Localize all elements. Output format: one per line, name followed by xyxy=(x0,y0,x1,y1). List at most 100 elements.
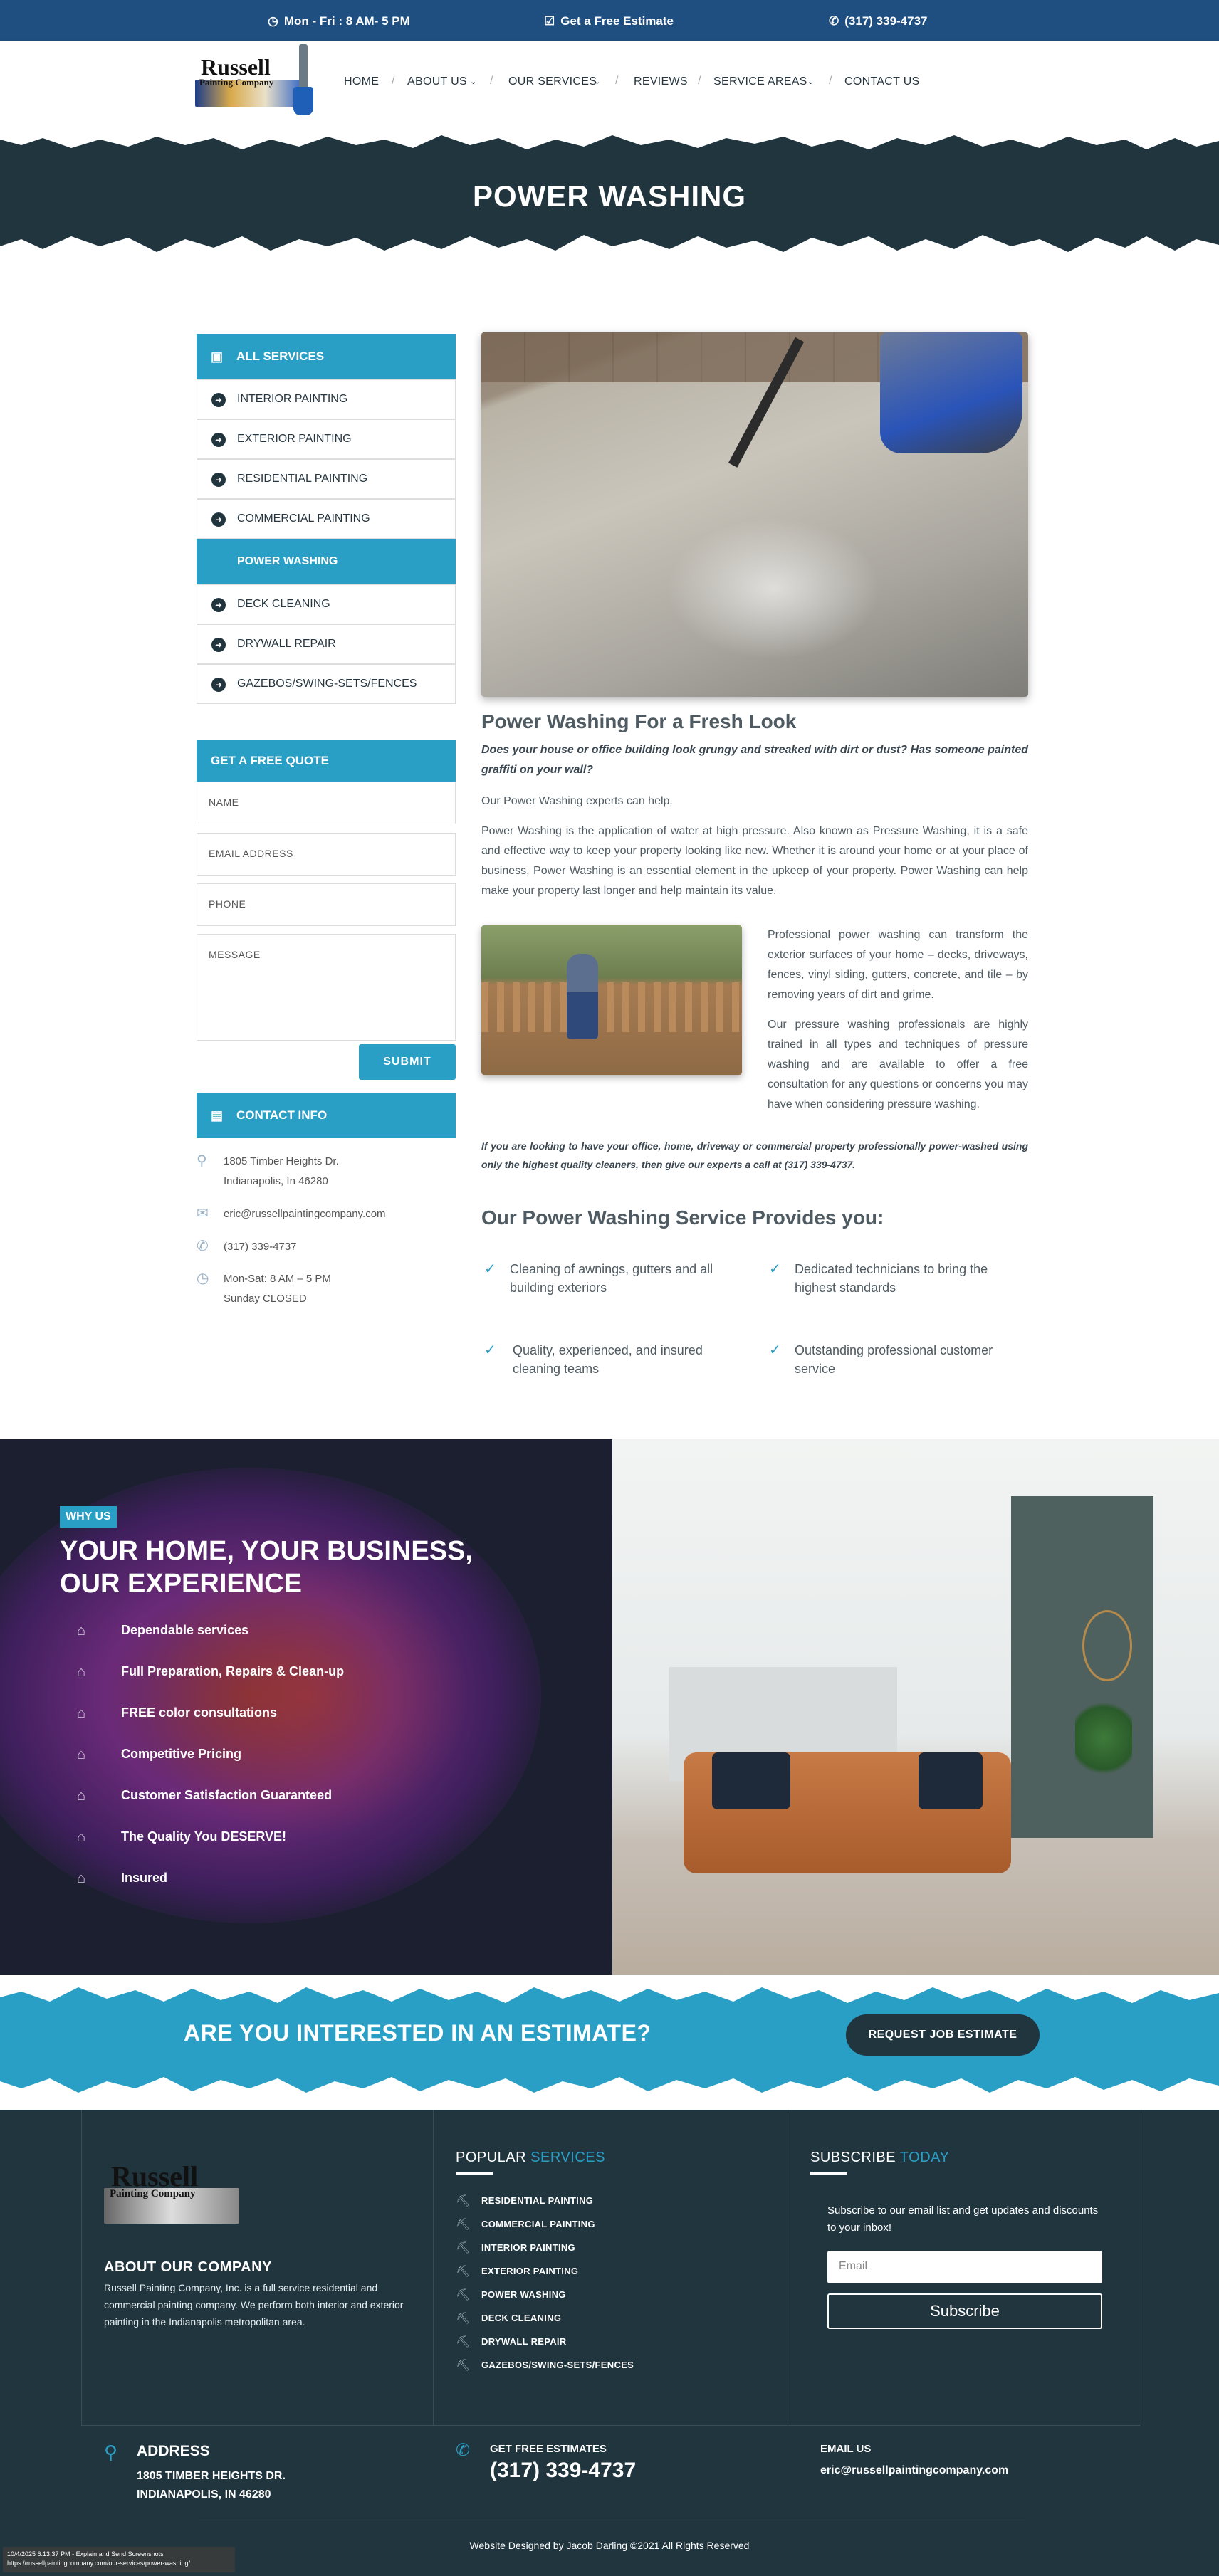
contact-info-header: ▤ CONTACT INFO xyxy=(197,1093,456,1138)
checkmark-icon: ✓ xyxy=(769,1342,781,1358)
why-item: Insured xyxy=(121,1871,168,1885)
arrow-right-icon: ➜ xyxy=(211,473,226,487)
top-bar: ◷ Mon - Fri : 8 AM- 5 PM ☑ Get a Free Esti… xyxy=(0,0,1219,41)
pillow xyxy=(712,1752,790,1809)
benefit-text: Quality, experienced, and insured cleani… xyxy=(513,1343,703,1376)
footer-link[interactable]: POWER WASHING xyxy=(481,2289,566,2300)
free-estimate-link[interactable]: ☑ Get a Free Estimate xyxy=(544,14,674,28)
nav-services[interactable]: OUR SERVICES xyxy=(508,75,597,88)
accent-wall xyxy=(1011,1496,1153,1838)
footer-link[interactable]: COMMERCIAL PAINTING xyxy=(481,2219,595,2229)
phone-icon: ✆ xyxy=(456,2441,471,2460)
footer-link[interactable]: DRYWALL REPAIR xyxy=(481,2336,567,2347)
page: ◷ Mon - Fri : 8 AM- 5 PM ☑ Get a Free Esti… xyxy=(0,0,1219,2576)
pillow xyxy=(919,1752,983,1809)
chevron-down-icon: ⌄ xyxy=(470,78,477,86)
status-line-2: https://russellpaintingcompany.com/our-s… xyxy=(7,2560,190,2567)
subscribe-title-a: SUBSCRIBE xyxy=(810,2150,896,2165)
name-field[interactable]: NAME xyxy=(197,782,456,824)
arrow-right-icon: ➜ xyxy=(211,433,226,447)
phone-field[interactable]: PHONE xyxy=(197,883,456,926)
deck-washing-photo xyxy=(481,925,742,1075)
checkmark-icon: ✓ xyxy=(484,1261,496,1277)
contact-email[interactable]: eric@russellpaintingcompany.com xyxy=(224,1204,386,1224)
message-placeholder: MESSAGE xyxy=(209,949,261,960)
sidebar-item-commercial-painting[interactable]: ➜ COMMERCIAL PAINTING xyxy=(197,499,456,539)
address-line-1: 1805 Timber Heights Dr. xyxy=(224,1155,339,1167)
sidebar-item-interior-painting[interactable]: ➜ INTERIOR PAINTING xyxy=(197,379,456,419)
footer-link[interactable]: INTERIOR PAINTING xyxy=(481,2242,575,2253)
logo[interactable]: Russell Painting Company xyxy=(194,44,319,122)
about-title: ABOUT OUR COMPANY xyxy=(104,2259,272,2275)
email-field[interactable]: EMAIL ADDRESS xyxy=(197,833,456,876)
round-mirror xyxy=(1082,1610,1132,1681)
main-navbar: Russell Painting Company HOME / ABOUT US… xyxy=(0,41,1219,125)
footer-logo[interactable]: Russell Painting Company xyxy=(104,2145,246,2235)
clock-icon: ◷ xyxy=(197,1271,209,1286)
chevron-down-icon: ⌄ xyxy=(594,78,601,86)
hours-line-2: Sunday CLOSED xyxy=(224,1293,307,1305)
checkbox-icon: ☑ xyxy=(544,14,555,28)
content-paragraph-4: Our pressure washing professionals are h… xyxy=(768,1019,1028,1110)
nav-reviews[interactable]: REVIEWS xyxy=(634,75,688,88)
subscribe-button[interactable]: Subscribe xyxy=(827,2293,1102,2329)
benefit-item: ✓ Dedicated technicians to bring the high… xyxy=(769,1260,1025,1297)
page-title: POWER WASHING xyxy=(472,179,746,213)
subscribe-title-b: TODAY xyxy=(899,2150,950,2165)
sidebar-item-residential-painting[interactable]: ➜ RESIDENTIAL PAINTING xyxy=(197,459,456,499)
card-icon: ▤ xyxy=(211,1108,224,1123)
nav-contact[interactable]: CONTACT US xyxy=(844,75,920,88)
phone-icon: ✆ xyxy=(197,1239,209,1254)
house-icon: ⌂ xyxy=(77,1829,86,1845)
contact-phone[interactable]: (317) 339-4737 xyxy=(224,1237,297,1257)
submit-button[interactable]: SUBMIT xyxy=(359,1044,456,1080)
why-title-line-1: YOUR HOME, YOUR BUSINESS, xyxy=(60,1536,473,1566)
sidebar-item-label: EXTERIOR PAINTING xyxy=(237,433,352,445)
message-field[interactable]: MESSAGE xyxy=(197,934,456,1041)
worker-figure xyxy=(567,954,598,1039)
why-us-section: WHY US YOUR HOME, YOUR BUSINESS, OUR EXPE… xyxy=(0,1439,612,1975)
nav-separator: / xyxy=(392,75,395,87)
sidebar-item-drywall-repair[interactable]: ➜ DRYWALL REPAIR xyxy=(197,624,456,664)
plant xyxy=(1075,1696,1132,1781)
envelope-icon: ✉ xyxy=(197,1206,209,1221)
sidebar-item-label: GAZEBOS/SWING-SETS/FENCES xyxy=(237,678,417,690)
nav-home[interactable]: HOME xyxy=(344,75,379,88)
address-line-2: Indianapolis, In 46280 xyxy=(224,1175,328,1187)
house-icon: ⌂ xyxy=(77,1747,86,1762)
sidebar-item-deck-cleaning[interactable]: ➜ DECK CLEANING xyxy=(197,584,456,624)
benefit-text: Dedicated technicians to bring the highe… xyxy=(795,1262,988,1295)
footer-link[interactable]: RESIDENTIAL PAINTING xyxy=(481,2195,593,2206)
benefit-item: ✓ Outstanding professional customer servi… xyxy=(769,1341,1025,1378)
why-item: Competitive Pricing xyxy=(121,1747,242,1761)
popular-services-title: POPULAR SERVICES xyxy=(456,2150,605,2166)
footer-link[interactable]: GAZEBOS/SWING-SETS/FENCES xyxy=(481,2360,634,2370)
sidebar-item-exterior-painting[interactable]: ➜ EXTERIOR PAINTING xyxy=(197,419,456,459)
request-estimate-button[interactable]: REQUEST JOB ESTIMATE xyxy=(846,2014,1040,2056)
location-pin-icon: ⚲ xyxy=(197,1153,207,1169)
hours-info: ◷ Mon - Fri : 8 AM- 5 PM xyxy=(268,14,410,28)
brush-icon xyxy=(299,44,308,90)
footer-link[interactable]: DECK CLEANING xyxy=(481,2313,561,2323)
subscribe-email-input[interactable]: Email xyxy=(827,2251,1102,2283)
footer-address: 1805 TIMBER HEIGHTS DR. INDIANAPOLIS, IN … xyxy=(137,2467,286,2504)
status-line-1: 10/4/2025 6:13:37 PM - Explain and Send … xyxy=(7,2550,164,2557)
content-paragraph-2: Power Washing is the application of wate… xyxy=(481,825,1028,897)
brush-head-icon xyxy=(293,87,313,115)
sidebar-item-power-washing[interactable]: POWER WASHING xyxy=(197,539,456,584)
arrow-right-icon: ➜ xyxy=(211,393,226,407)
phone-link[interactable]: ✆ (317) 339-4737 xyxy=(829,14,928,28)
sidebar-item-gazebos[interactable]: ➜ GAZEBOS/SWING-SETS/FENCES xyxy=(197,664,456,704)
footer-email[interactable]: eric@russellpaintingcompany.com xyxy=(820,2464,1008,2477)
nav-separator: / xyxy=(615,75,619,87)
about-text: Russell Painting Company, Inc. is a full… xyxy=(104,2282,404,2328)
footer-phone[interactable]: (317) 339-4737 xyxy=(490,2459,636,2483)
nav-about[interactable]: ABOUT US xyxy=(407,75,467,88)
benefit-item: ✓ Quality, experienced, and insured clean… xyxy=(484,1341,741,1378)
location-pin-icon: ⚲ xyxy=(104,2441,118,2463)
phone-text: (317) 339-4737 xyxy=(844,14,928,28)
content-call-to-action: If you are looking to have your office, … xyxy=(481,1140,1028,1170)
footer-link[interactable]: EXTERIOR PAINTING xyxy=(481,2266,578,2276)
nav-service-areas[interactable]: SERVICE AREAS xyxy=(713,75,807,88)
content-paragraph-1: Our Power Washing experts can help. xyxy=(481,795,673,807)
